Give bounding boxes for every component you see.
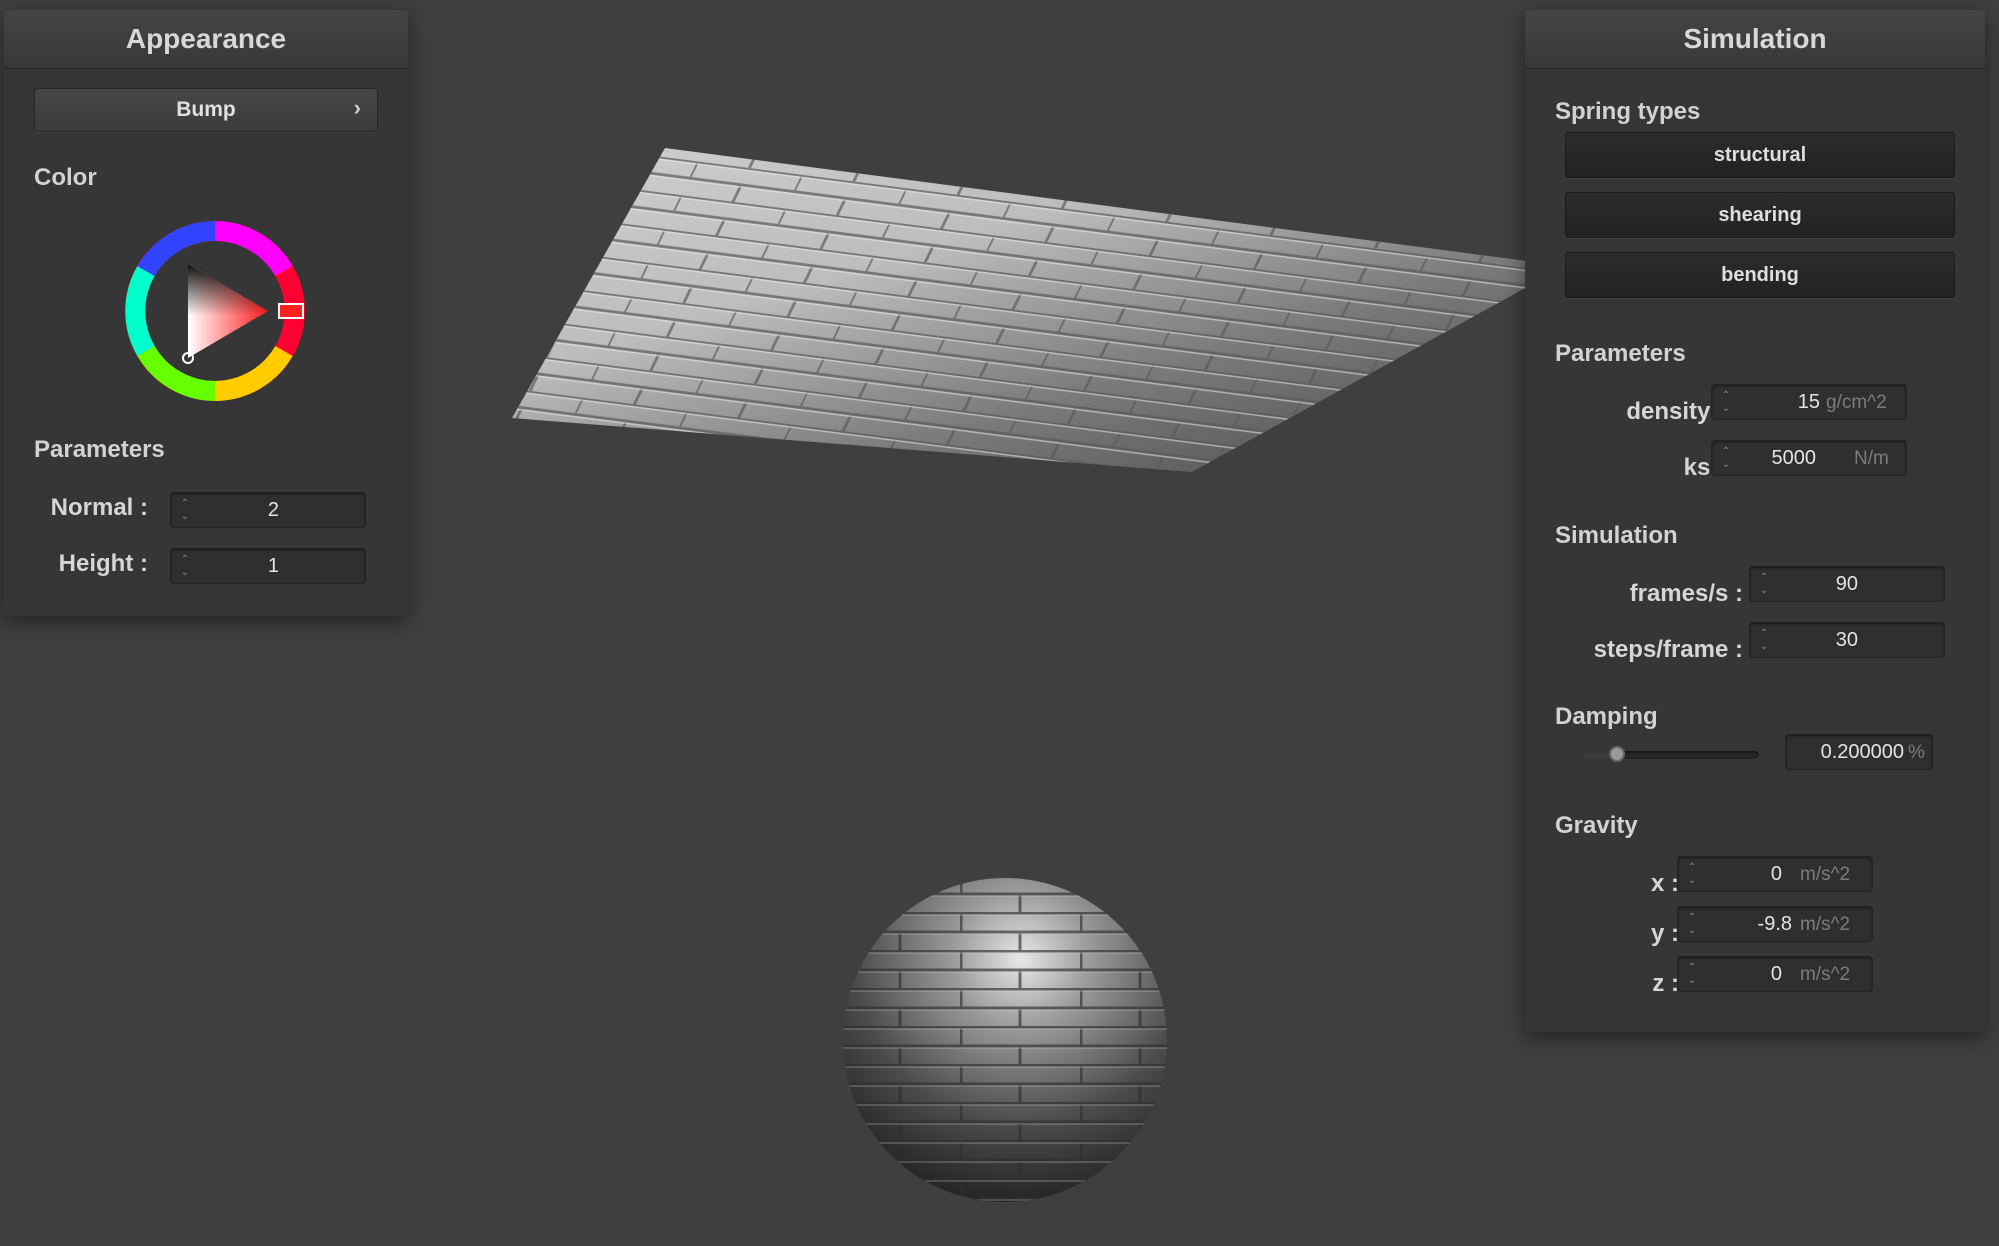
height-label: Height : <box>58 550 148 577</box>
normal-label: Normal : <box>50 494 148 521</box>
density-input[interactable]: ⌃ ⌄ 15 g/cm^2 <box>1711 384 1907 420</box>
color-wheel[interactable] <box>120 216 310 406</box>
damping-slider-knob[interactable] <box>1608 746 1625 762</box>
shader-dropdown-label: Bump <box>176 98 236 121</box>
saturation-value-triangle[interactable] <box>188 264 268 358</box>
bending-spring-toggle[interactable]: bending <box>1565 252 1955 298</box>
color-section-title: Color <box>34 164 97 191</box>
gravity-x-label: x : <box>1650 870 1679 897</box>
steps-per-frame-input[interactable]: ⌃ ⌄ 30 <box>1749 622 1945 658</box>
damping-slider[interactable] <box>1581 746 1759 762</box>
chevron-right-icon: › <box>353 95 361 120</box>
shearing-spring-toggle[interactable]: shearing <box>1565 192 1955 238</box>
frames-per-second-input[interactable]: ⌃ ⌄ 90 <box>1749 566 1945 602</box>
ks-input[interactable]: ⌃ ⌄ 5000 N/m <box>1711 440 1907 476</box>
simulation-panel-title: Simulation <box>1525 10 1985 69</box>
gravity-y-label: y : <box>1650 920 1679 947</box>
shader-dropdown-button[interactable]: Bump › <box>34 88 378 132</box>
steps-per-frame-label: steps/frame : <box>1593 636 1743 663</box>
gravity-z-input[interactable]: ⌃ ⌄ 0 m/s^2 <box>1677 956 1873 992</box>
simulation-section-title: Simulation <box>1555 522 1678 549</box>
damping-title: Damping <box>1555 703 1658 730</box>
ks-label: ks : <box>1683 454 1725 481</box>
appearance-panel-title: Appearance <box>4 10 408 69</box>
structural-spring-toggle[interactable]: structural <box>1565 132 1955 178</box>
sim-parameters-title: Parameters <box>1555 340 1686 367</box>
simulation-panel: Simulation Spring types structural shear… <box>1525 10 1985 1032</box>
gravity-x-input[interactable]: ⌃ ⌄ 0 m/s^2 <box>1677 856 1873 892</box>
height-input[interactable]: ⌃ ⌄ 1 <box>170 548 366 584</box>
damping-input[interactable]: 0.200000 % <box>1785 734 1933 770</box>
collision-sphere <box>843 878 1167 1202</box>
appearance-panel: Appearance Bump › Color Parameters Norma… <box>4 10 408 616</box>
gravity-y-input[interactable]: ⌃ ⌄ -9.8 m/s^2 <box>1677 906 1873 942</box>
gravity-title: Gravity <box>1555 812 1638 839</box>
hue-handle[interactable] <box>278 303 304 319</box>
appearance-parameters-title: Parameters <box>34 436 165 463</box>
frames-per-second-label: frames/s : <box>1629 580 1743 607</box>
density-label: density : <box>1626 398 1725 425</box>
gravity-z-label: z : <box>1652 970 1679 997</box>
normal-input[interactable]: ⌃ ⌄ 2 <box>170 492 366 528</box>
spring-types-title: Spring types <box>1555 98 1701 125</box>
cloth-mesh <box>512 148 1565 472</box>
